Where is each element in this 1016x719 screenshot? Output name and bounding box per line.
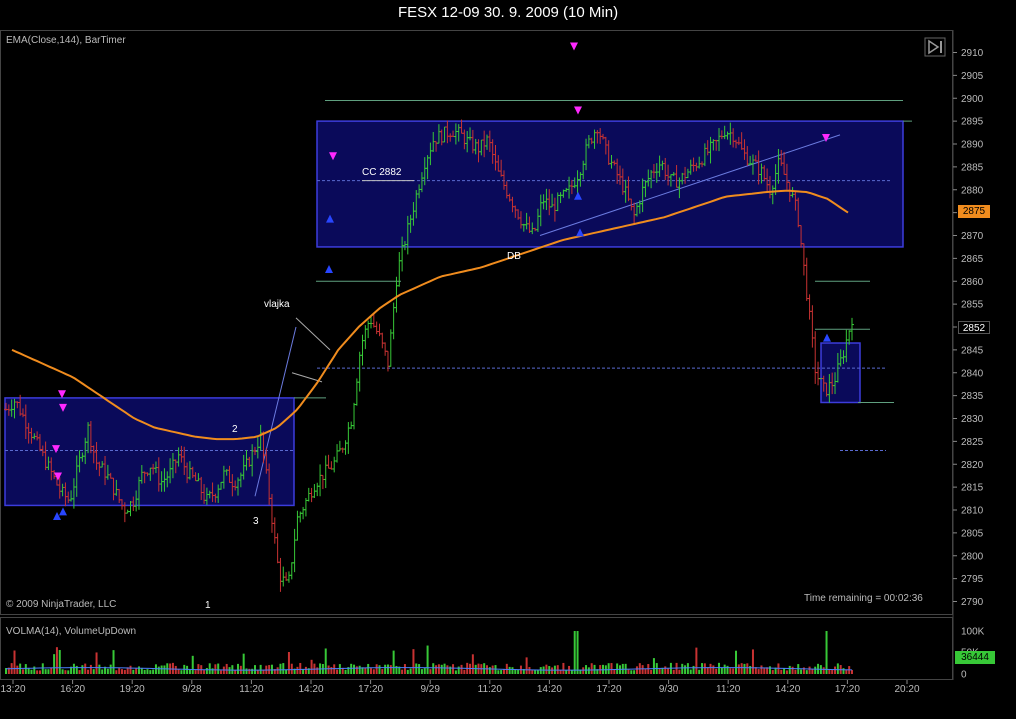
y-tick-label: 2830 (961, 414, 984, 425)
indicator-label: EMA(Close,144), BarTimer (6, 35, 126, 46)
x-tick-label: 9/28 (182, 684, 202, 695)
range-box-2 (316, 120, 904, 248)
y-tick-label: 2825 (961, 437, 984, 448)
y-tick-label: 2870 (961, 231, 984, 242)
annotation-3: 3 (253, 516, 259, 527)
y-tick-label: 2895 (961, 117, 984, 128)
x-tick-label: 17:20 (358, 684, 383, 695)
annotation-1: 1 (205, 600, 211, 611)
volume-badge: 36444 (955, 651, 995, 664)
x-tick-label: 14:20 (775, 684, 800, 695)
y-tick-label: 2855 (961, 300, 984, 311)
chart-canvas: 2790 2795 2800 2805 2810 2815 2820 2825 2830 2835… (0, 30, 985, 695)
volume-label: VOLMA(14), VolumeUpDown (6, 626, 136, 637)
x-tick-label: 9/30 (659, 684, 679, 695)
x-tick-label: 17:20 (596, 684, 621, 695)
y-tick-label: 2880 (961, 185, 984, 196)
price-panel (0, 30, 953, 615)
y-tick-label: 2905 (961, 71, 984, 82)
volume-tick-label: 100K (961, 627, 985, 638)
volume-tick-label: 0 (961, 670, 967, 681)
y-tick-label: 2815 (961, 483, 984, 494)
y-tick-label: 2865 (961, 254, 984, 265)
x-tick-label: 19:20 (120, 684, 145, 695)
x-tick-label: 17:20 (835, 684, 860, 695)
x-tick-label: 14:20 (537, 684, 562, 695)
x-tick-label: 16:20 (60, 684, 85, 695)
y-tick-label: 2845 (961, 345, 984, 356)
x-tick-label: 13:20 (0, 684, 25, 695)
y-tick-label: 2810 (961, 506, 984, 517)
y-tick-label: 2835 (961, 391, 984, 402)
annotation-flag: vlajka (264, 299, 290, 310)
x-tick-label: 11:20 (716, 684, 741, 695)
time-remaining: Time remaining = 00:02:36 (804, 593, 923, 604)
current-price-badge: 2875 (958, 205, 990, 218)
copyright-text: © 2009 NinjaTrader, LLC (6, 599, 116, 610)
y-tick-label: 2860 (961, 277, 984, 288)
x-tick-label: 11:20 (478, 684, 503, 695)
y-tick-label: 2805 (961, 528, 984, 539)
y-tick-label: 2790 (961, 597, 984, 608)
y-tick-label: 2795 (961, 574, 984, 585)
x-tick-label: 9/29 (420, 684, 440, 695)
y-tick-label: 2840 (961, 368, 984, 379)
x-tick-label: 20:20 (894, 684, 919, 695)
range-box-1 (4, 397, 295, 507)
y-tick-label: 2885 (961, 162, 984, 173)
annotation-cc: CC 2882 (362, 167, 402, 178)
annotation-2: 2 (232, 424, 238, 435)
y-tick-label: 2890 (961, 140, 984, 151)
y-tick-label: 2800 (961, 551, 984, 562)
last-price-badge: 2852 (958, 321, 990, 334)
annotation-db: DB (507, 251, 521, 262)
y-tick-label: 2910 (961, 48, 984, 59)
x-tick-label: 11:20 (239, 684, 264, 695)
y-tick-label: 2820 (961, 460, 984, 471)
y-tick-label: 2900 (961, 94, 984, 105)
x-tick-label: 14:20 (298, 684, 323, 695)
play-pause-icon[interactable] (924, 37, 946, 57)
